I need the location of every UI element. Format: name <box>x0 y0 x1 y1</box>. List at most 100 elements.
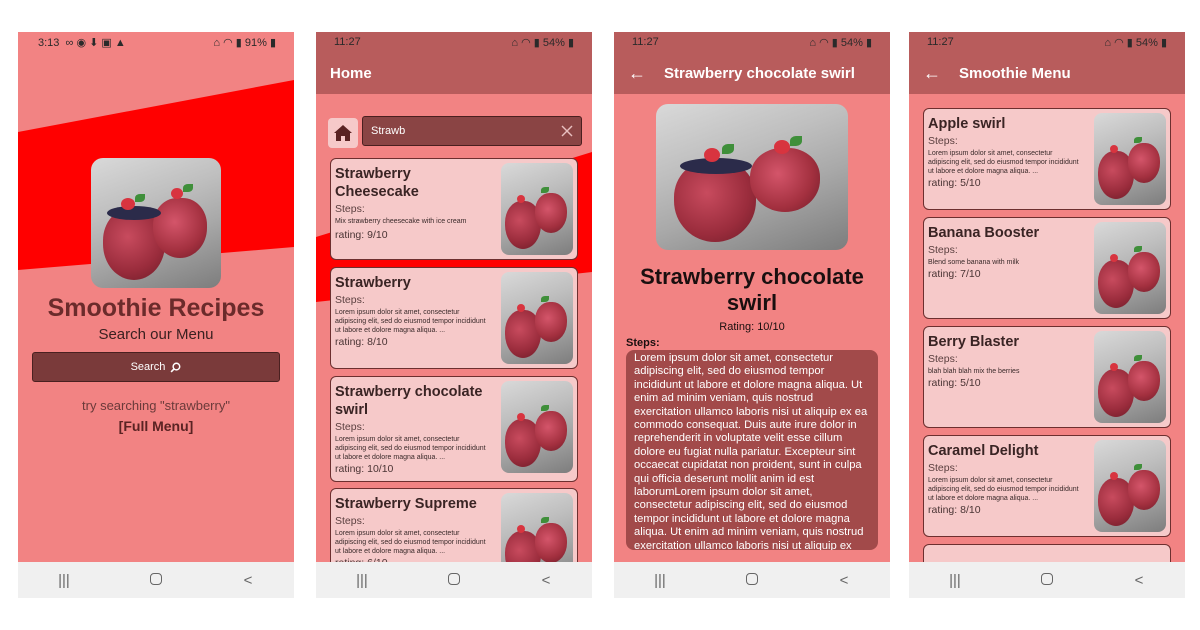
status-notification-icons: ∞ ◉ ⬇ ▣ ▲ <box>65 36 126 49</box>
search-button-label: Search <box>130 361 166 373</box>
battery-level: 54% <box>542 36 565 49</box>
steps-label: Steps: <box>626 337 660 349</box>
recipe-card-image <box>501 163 573 255</box>
menu-card-image <box>1094 440 1166 532</box>
status-bar: 11:27 ⌂ ◠ ▮ 54% ▮ <box>316 32 592 52</box>
home-nav-button[interactable] <box>732 572 772 589</box>
menu-card-rating: rating: 8/10 <box>928 504 981 516</box>
recipe-card-steps: Lorem ipsum dolor sit amet, consectetur … <box>335 436 486 461</box>
appbar-title: Smoothie Menu <box>959 64 1071 82</box>
back-nav-button[interactable]: < <box>824 572 864 589</box>
menu-card-rating: rating: 5/10 <box>928 177 981 189</box>
app-bar: ← Smoothie Menu <box>909 52 1185 94</box>
home-nav-button[interactable] <box>136 572 176 589</box>
menu-card-steps-label: Steps: <box>928 462 958 474</box>
recipe-card[interactable]: Strawberry Cheesecake Steps: Mix strawbe… <box>330 158 578 260</box>
status-right: ⌂ ◠ ▮ 91% ▮ <box>213 36 276 49</box>
menu-card-steps: Lorem ipsum dolor sit amet, consectetur … <box>928 150 1079 175</box>
recents-button[interactable]: ||| <box>44 572 84 589</box>
android-nav-bar: ||| < <box>909 562 1185 598</box>
smoothie-image <box>91 158 221 288</box>
recipe-card-steps: Lorem ipsum dolor sit amet, consectetur … <box>335 530 486 555</box>
recipe-card-rating: rating: 8/10 <box>335 336 388 348</box>
back-arrow-icon[interactable]: ← <box>923 63 941 84</box>
search-hint: try searching "strawberry" <box>82 398 230 413</box>
recipe-card[interactable]: Strawberry Steps: Lorem ipsum dolor sit … <box>330 267 578 369</box>
menu-card-rating: rating: 5/10 <box>928 377 981 389</box>
recipe-card-steps-label: Steps: <box>335 515 365 527</box>
recipe-card-title: Strawberry Supreme <box>335 496 477 512</box>
recipe-image <box>656 104 848 250</box>
status-bar: 11:27 ⌂ ◠ ▮ 54% ▮ <box>909 32 1185 52</box>
battery-level: 91% <box>244 36 267 49</box>
menu-card-image <box>1094 113 1166 205</box>
status-bar: 3:13 ∞ ◉ ⬇ ▣ ▲ ⌂ ◠ ▮ 91% ▮ <box>18 32 294 52</box>
recipe-card-title: Strawberry chocolate swirl <box>335 384 483 418</box>
appbar-title: Strawberry chocolate swirl <box>664 64 855 82</box>
clear-icon[interactable] <box>561 125 573 137</box>
menu-card-title: Banana Booster <box>928 225 1040 241</box>
recipe-card-steps-label: Steps: <box>335 421 365 433</box>
menu-card-title: Berry Blaster <box>928 334 1020 350</box>
recents-button[interactable]: ||| <box>935 572 975 589</box>
android-nav-bar: ||| < <box>614 562 890 598</box>
menu-card-title: Apple swirl <box>928 116 1006 132</box>
recipe-rating: Rating: 10/10 <box>719 321 785 333</box>
menu-card-steps: Blend some banana with milk <box>928 259 1020 266</box>
menu-card[interactable]: Berry Blaster Steps: blah blah blah mix … <box>923 326 1171 428</box>
back-arrow-icon[interactable]: ← <box>628 63 646 84</box>
recipe-card-title: Strawberry <box>335 275 411 291</box>
menu-card-steps: blah blah blah mix the berries <box>928 368 1020 375</box>
search-input[interactable]: Strawb <box>362 116 582 146</box>
battery-level: 54% <box>840 36 863 49</box>
screen-search-results: 11:27 ⌂ ◠ ▮ 54% ▮ Home Strawb Strawberry… <box>316 32 592 598</box>
recents-button[interactable]: ||| <box>640 572 680 589</box>
search-input-value: Strawb <box>371 125 406 137</box>
menu-card-title: Caramel Delight <box>928 443 1039 459</box>
recipe-card-steps: Mix strawberry cheesecake with ice cream <box>335 218 467 225</box>
recipe-card-image <box>501 272 573 364</box>
status-right: ⌂ ◠ ▮ 54% ▮ <box>1104 36 1167 49</box>
status-time: 11:27 <box>927 36 954 48</box>
screen-smoothie-menu: 11:27 ⌂ ◠ ▮ 54% ▮ ← Smoothie Menu Apple … <box>909 32 1185 598</box>
app-title: Smoothie Recipes <box>47 294 265 322</box>
recipe-card-rating: rating: 9/10 <box>335 229 388 241</box>
battery-level: 54% <box>1135 36 1158 49</box>
menu-card-steps-label: Steps: <box>928 353 958 365</box>
menu-card-steps-label: Steps: <box>928 244 958 256</box>
status-time: 11:27 <box>334 36 361 48</box>
steps-text-box: Lorem ipsum dolor sit amet, consectetur … <box>626 350 878 550</box>
back-nav-button[interactable]: < <box>228 572 268 589</box>
app-bar: Home <box>316 52 592 94</box>
home-nav-button[interactable] <box>1027 572 1067 589</box>
appbar-title: Home <box>330 64 372 82</box>
menu-card-image <box>1094 331 1166 423</box>
menu-card-steps-label: Steps: <box>928 135 958 147</box>
recipe-card-title: Strawberry Cheesecake <box>335 166 419 200</box>
status-time: 11:27 <box>632 36 659 48</box>
menu-card-steps: Lorem ipsum dolor sit amet, consectetur … <box>928 477 1079 502</box>
back-nav-button[interactable]: < <box>526 572 566 589</box>
status-left: 3:13 ∞ ◉ ⬇ ▣ ▲ <box>38 36 126 49</box>
menu-card[interactable]: Apple swirl Steps: Lorem ipsum dolor sit… <box>923 108 1171 210</box>
recents-button[interactable]: ||| <box>342 572 382 589</box>
search-icon <box>170 362 181 372</box>
screen-landing: 3:13 ∞ ◉ ⬇ ▣ ▲ ⌂ ◠ ▮ 91% ▮ Smoothie Reci… <box>18 32 294 598</box>
search-button[interactable]: Search <box>32 352 280 382</box>
recipe-card-steps: Lorem ipsum dolor sit amet, consectetur … <box>335 309 486 334</box>
menu-card[interactable]: Banana Booster Steps: Blend some banana … <box>923 217 1171 319</box>
recipe-card-steps-label: Steps: <box>335 203 365 215</box>
back-nav-button[interactable]: < <box>1119 572 1159 589</box>
status-right: ⌂ ◠ ▮ 54% ▮ <box>809 36 872 49</box>
recipe-card[interactable]: Strawberry chocolate swirl Steps: Lorem … <box>330 376 578 482</box>
home-nav-button[interactable] <box>434 572 474 589</box>
steps-text: Lorem ipsum dolor sit amet, consectetur … <box>634 352 868 550</box>
screen-recipe-detail: 11:27 ⌂ ◠ ▮ 54% ▮ ← Strawberry chocolate… <box>614 32 890 598</box>
home-button[interactable] <box>328 118 358 148</box>
app-bar: ← Strawberry chocolate swirl <box>614 52 890 94</box>
recipe-card-image <box>501 381 573 473</box>
menu-card[interactable]: Caramel Delight Steps: Lorem ipsum dolor… <box>923 435 1171 537</box>
menu-card-rating: rating: 7/10 <box>928 268 981 280</box>
recipe-card-steps-label: Steps: <box>335 294 365 306</box>
full-menu-link[interactable]: [Full Menu] <box>18 418 294 434</box>
